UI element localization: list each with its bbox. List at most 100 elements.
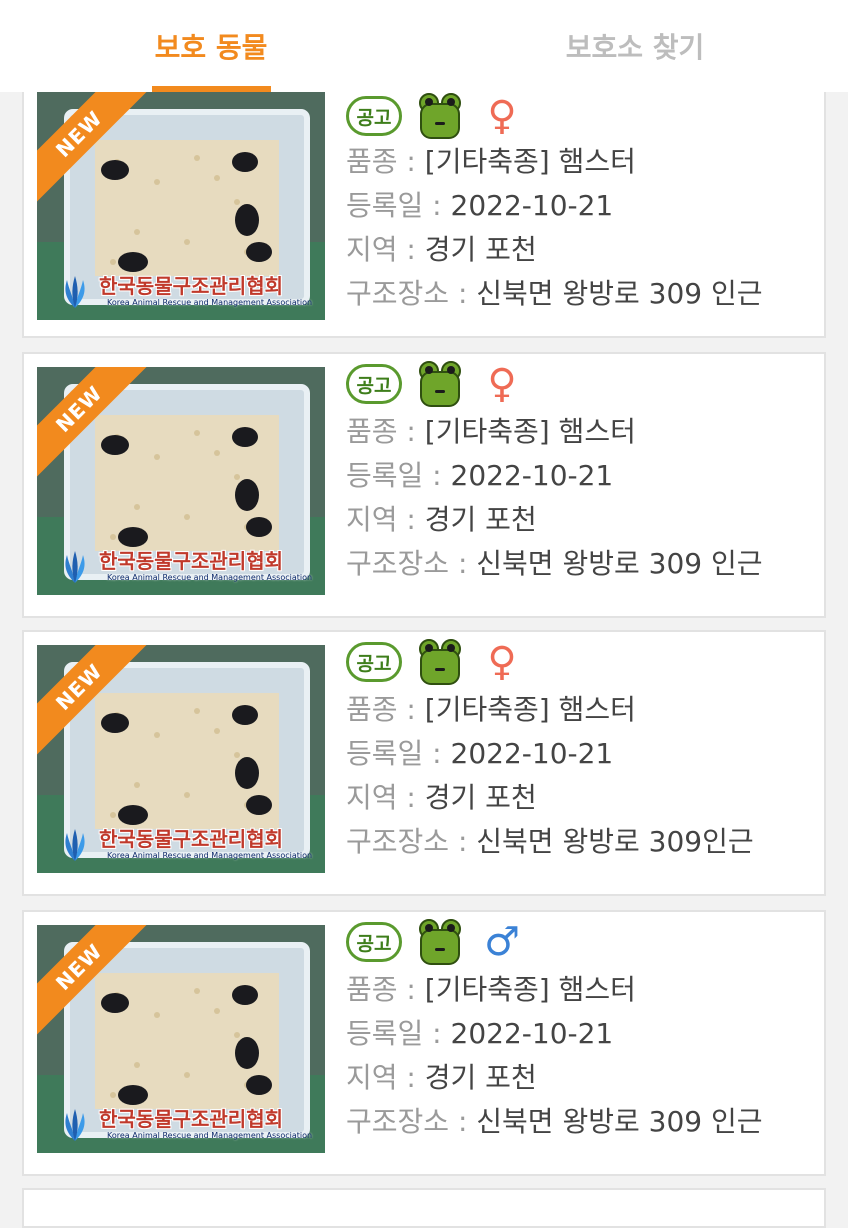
tab-protected-animals[interactable]: 보호 동물 [100,0,322,92]
breed-value: [기타축종] 햄스터 [424,415,636,448]
breed-row: 품종 : [기타축종] 햄스터 [346,688,636,728]
place-row: 구조장소 : 신북면 왕방로 309인근 [346,820,754,860]
tab-find-shelter[interactable]: 보호소 찾기 [520,0,750,92]
association-logo-icon [65,1109,85,1141]
new-badge-label: NEW [37,92,149,204]
date-value: 2022-10-21 [450,189,614,222]
region-value: 경기 포천 [424,233,537,266]
place-row: 구조장소 : 신북면 왕방로 309 인근 [346,542,763,582]
gender-icon: ♂ [484,919,520,965]
place-value: 신북면 왕방로 309 인근 [476,277,763,310]
new-ribbon: NEW [37,367,149,479]
animal-photo[interactable]: NEW 한국동물구조관리협회 Korea Animal Rescue and M… [37,645,325,873]
breed-label: 품종 : [346,973,425,1006]
region-value: 경기 포천 [424,1061,537,1094]
gender-icon: ♀ [487,361,517,407]
region-label: 지역 : [346,233,425,266]
place-value: 신북면 왕방로 309 인근 [476,1105,763,1138]
photo-watermark: 한국동물구조관리협회 Korea Animal Rescue and Manag… [37,545,325,591]
animal-card[interactable]: NEW 한국동물구조관리협회 Korea Animal Rescue and M… [22,630,826,896]
frog-icon [419,919,461,965]
frog-icon [419,361,461,407]
new-badge-label: NEW [37,367,149,479]
date-row: 등록일 : 2022-10-21 [346,184,613,224]
frog-icon [419,93,461,139]
place-value: 신북면 왕방로 309 인근 [476,547,763,580]
frog-icon [419,639,461,685]
region-row: 지역 : 경기 포천 [346,776,537,816]
photo-watermark: 한국동물구조관리협회 Korea Animal Rescue and Manag… [37,823,325,869]
region-row: 지역 : 경기 포천 [346,498,537,538]
region-value: 경기 포천 [424,781,537,814]
place-label: 구조장소 : [346,1105,477,1138]
watermark-subtitle: Korea Animal Rescue and Management Assoc… [107,851,313,860]
place-label: 구조장소 : [346,825,477,858]
breed-row: 품종 : [기타축종] 햄스터 [346,410,636,450]
notice-badge: 공고 [346,642,402,682]
new-badge-label: NEW [37,925,149,1037]
date-label: 등록일 : [346,1017,451,1050]
region-row: 지역 : 경기 포천 [346,1056,537,1096]
association-logo-icon [65,551,85,583]
place-row: 구조장소 : 신북면 왕방로 309 인근 [346,1100,763,1140]
association-logo-icon [65,829,85,861]
animal-photo[interactable]: NEW 한국동물구조관리협회 Korea Animal Rescue and M… [37,367,325,595]
watermark-title: 한국동물구조관리협회 [99,827,283,851]
region-label: 지역 : [346,1061,425,1094]
tab-bar: 보호 동물 보호소 찾기 [0,0,848,92]
breed-value: [기타축종] 햄스터 [424,973,636,1006]
gender-icon: ♀ [487,93,517,139]
date-label: 등록일 : [346,459,451,492]
watermark-subtitle: Korea Animal Rescue and Management Assoc… [107,1131,313,1140]
breed-value: [기타축종] 햄스터 [424,693,636,726]
region-label: 지역 : [346,781,425,814]
place-row: 구조장소 : 신북면 왕방로 309 인근 [346,272,763,312]
new-ribbon: NEW [37,92,149,204]
watermark-title: 한국동물구조관리협회 [99,549,283,573]
date-row: 등록일 : 2022-10-21 [346,1012,613,1052]
date-value: 2022-10-21 [450,737,614,770]
notice-badge: 공고 [346,922,402,962]
animal-photo[interactable]: NEW 한국동물구조관리협회 Korea Animal Rescue and M… [37,92,325,320]
status-icons: 공고 ♂ [346,918,546,968]
new-badge-label: NEW [37,645,149,757]
animal-card-partial[interactable] [22,1188,826,1228]
date-row: 등록일 : 2022-10-21 [346,454,613,494]
photo-watermark: 한국동물구조관리협회 Korea Animal Rescue and Manag… [37,1103,325,1149]
region-label: 지역 : [346,503,425,536]
watermark-subtitle: Korea Animal Rescue and Management Assoc… [107,573,313,582]
breed-label: 품종 : [346,693,425,726]
date-row: 등록일 : 2022-10-21 [346,732,613,772]
gender-icon: ♀ [487,639,517,685]
status-icons: 공고 ♀ [346,92,546,142]
region-row: 지역 : 경기 포천 [346,228,537,268]
date-label: 등록일 : [346,737,451,770]
notice-badge: 공고 [346,364,402,404]
new-ribbon: NEW [37,925,149,1037]
date-value: 2022-10-21 [450,1017,614,1050]
status-icons: 공고 ♀ [346,638,546,688]
watermark-subtitle: Korea Animal Rescue and Management Assoc… [107,298,313,307]
breed-row: 품종 : [기타축종] 햄스터 [346,140,636,180]
photo-watermark: 한국동물구조관리협회 Korea Animal Rescue and Manag… [37,270,325,316]
place-value: 신북면 왕방로 309인근 [476,825,754,858]
animal-card[interactable]: NEW 한국동물구조관리협회 Korea Animal Rescue and M… [22,352,826,618]
place-label: 구조장소 : [346,547,477,580]
breed-label: 품종 : [346,415,425,448]
new-ribbon: NEW [37,645,149,757]
animal-card[interactable]: NEW 한국동물구조관리협회 Korea Animal Rescue and M… [22,92,826,338]
animal-photo[interactable]: NEW 한국동물구조관리협회 Korea Animal Rescue and M… [37,925,325,1153]
breed-row: 품종 : [기타축종] 햄스터 [346,968,636,1008]
breed-label: 품종 : [346,145,425,178]
region-value: 경기 포천 [424,503,537,536]
association-logo-icon [65,276,85,308]
notice-badge: 공고 [346,96,402,136]
date-value: 2022-10-21 [450,459,614,492]
status-icons: 공고 ♀ [346,360,546,410]
watermark-title: 한국동물구조관리협회 [99,1107,283,1131]
place-label: 구조장소 : [346,277,477,310]
watermark-title: 한국동물구조관리협회 [99,274,283,298]
breed-value: [기타축종] 햄스터 [424,145,636,178]
date-label: 등록일 : [346,189,451,222]
animal-card[interactable]: NEW 한국동물구조관리협회 Korea Animal Rescue and M… [22,910,826,1176]
